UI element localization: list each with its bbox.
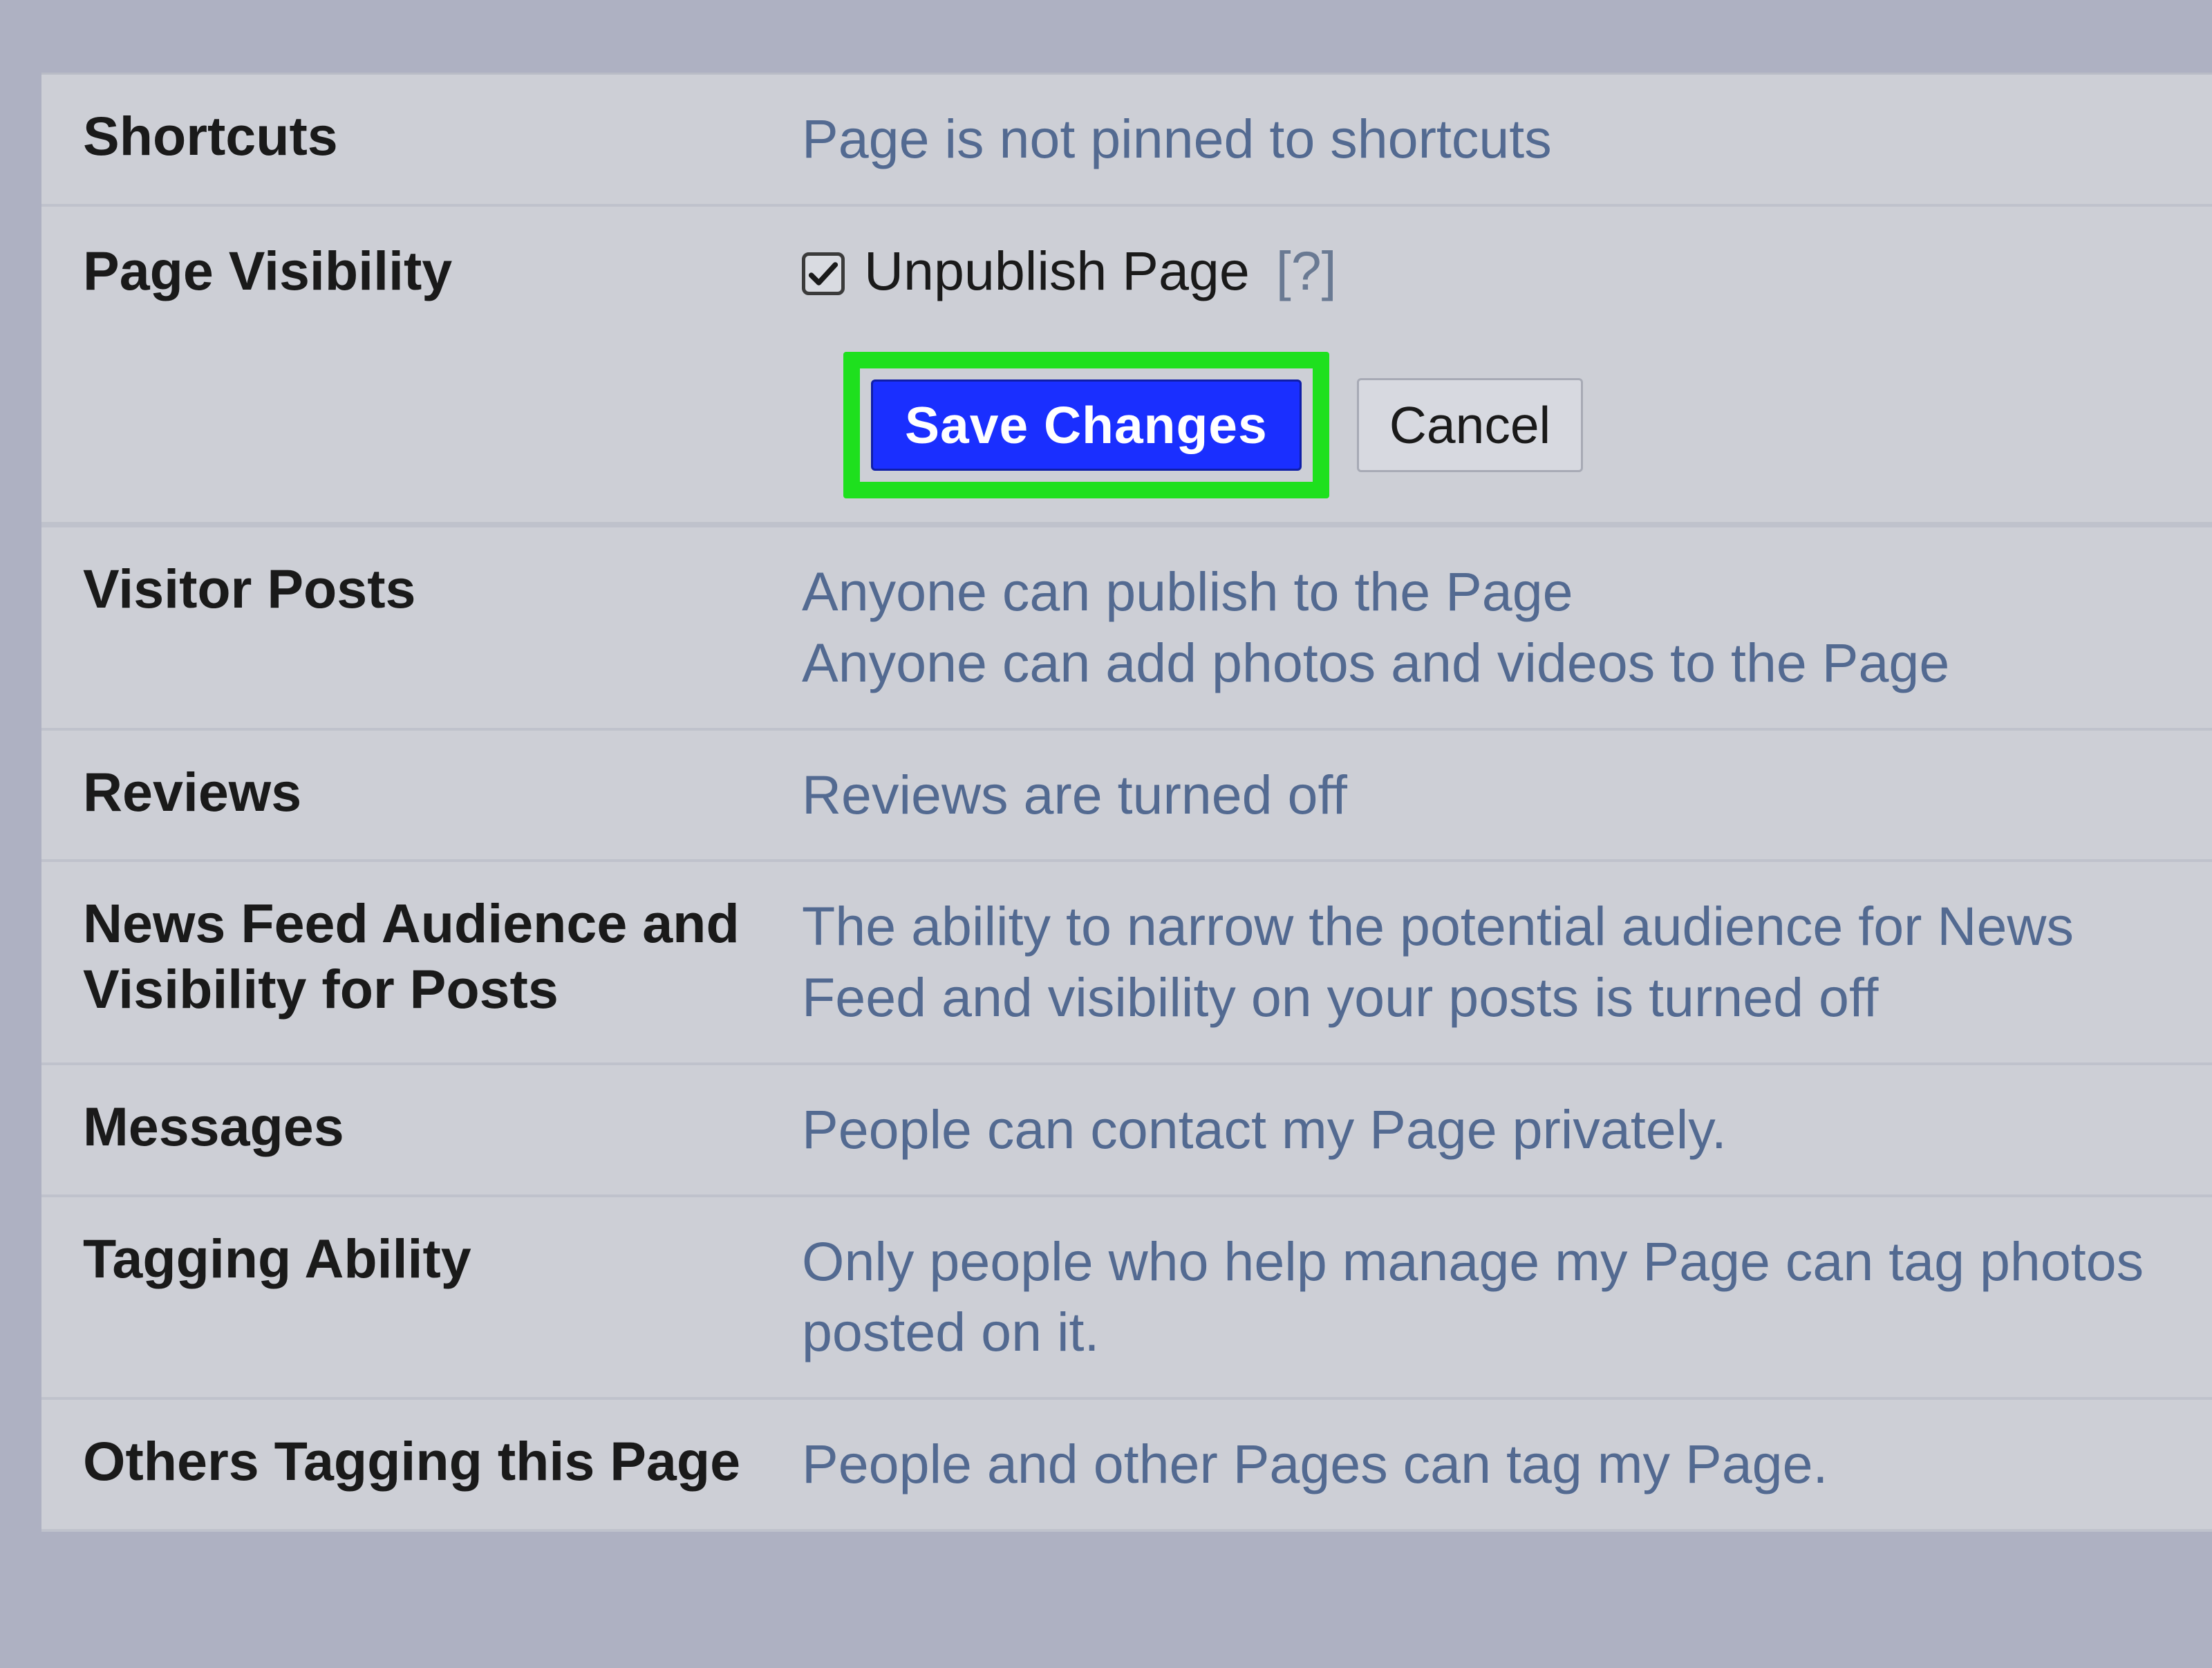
page-visibility-actions: Save Changes Cancel: [41, 335, 2212, 525]
cancel-button[interactable]: Cancel: [1357, 378, 1583, 472]
row-visitor-posts[interactable]: Visitor Posts Anyone can publish to the …: [41, 527, 2212, 730]
shortcuts-value: Page is not pinned to shortcuts: [802, 104, 2212, 175]
check-icon: [805, 256, 841, 292]
help-icon[interactable]: [?]: [1276, 236, 1337, 307]
messages-value: People can contact my Page privately.: [802, 1094, 2212, 1165]
row-reviews[interactable]: Reviews Reviews are turned off: [41, 731, 2212, 863]
row-others-tagging[interactable]: Others Tagging this Page People and othe…: [41, 1400, 2212, 1532]
visitor-posts-line2: Anyone can add photos and videos to the …: [802, 628, 2212, 699]
row-messages[interactable]: Messages People can contact my Page priv…: [41, 1065, 2212, 1197]
news-feed-label: News Feed Audience and Visibility for Po…: [83, 891, 802, 1022]
page-visibility-label: Page Visibility: [83, 238, 802, 304]
tagging-label: Tagging Ability: [83, 1226, 802, 1292]
visitor-posts-line1: Anyone can publish to the Page: [802, 556, 2212, 628]
others-tagging-label: Others Tagging this Page: [83, 1429, 802, 1494]
visitor-posts-label: Visitor Posts: [83, 556, 802, 622]
unpublish-page-checkbox[interactable]: [802, 252, 845, 295]
messages-label: Messages: [83, 1094, 802, 1160]
save-changes-button[interactable]: Save Changes: [871, 379, 1302, 471]
reviews-value: Reviews are turned off: [802, 760, 2212, 831]
visitor-posts-value: Anyone can publish to the Page Anyone ca…: [802, 556, 2212, 698]
reviews-label: Reviews: [83, 760, 802, 825]
unpublish-page-label: Unpublish Page: [864, 236, 1250, 307]
tagging-value: Only people who help manage my Page can …: [802, 1226, 2212, 1368]
row-news-feed[interactable]: News Feed Audience and Visibility for Po…: [41, 862, 2212, 1065]
row-tagging[interactable]: Tagging Ability Only people who help man…: [41, 1197, 2212, 1400]
unpublish-page-checkbox-wrap: Unpublish Page [?]: [802, 236, 2212, 307]
row-shortcuts[interactable]: Shortcuts Page is not pinned to shortcut…: [41, 75, 2212, 207]
shortcuts-label: Shortcuts: [83, 104, 802, 169]
others-tagging-value: People and other Pages can tag my Page.: [802, 1429, 2212, 1500]
row-page-visibility: Page Visibility Unpublish Page [?] Save …: [41, 207, 2212, 528]
news-feed-value: The ability to narrow the potential audi…: [802, 891, 2212, 1033]
save-button-highlight: Save Changes: [843, 352, 1329, 498]
settings-panel: Shortcuts Page is not pinned to shortcut…: [41, 73, 2212, 1532]
